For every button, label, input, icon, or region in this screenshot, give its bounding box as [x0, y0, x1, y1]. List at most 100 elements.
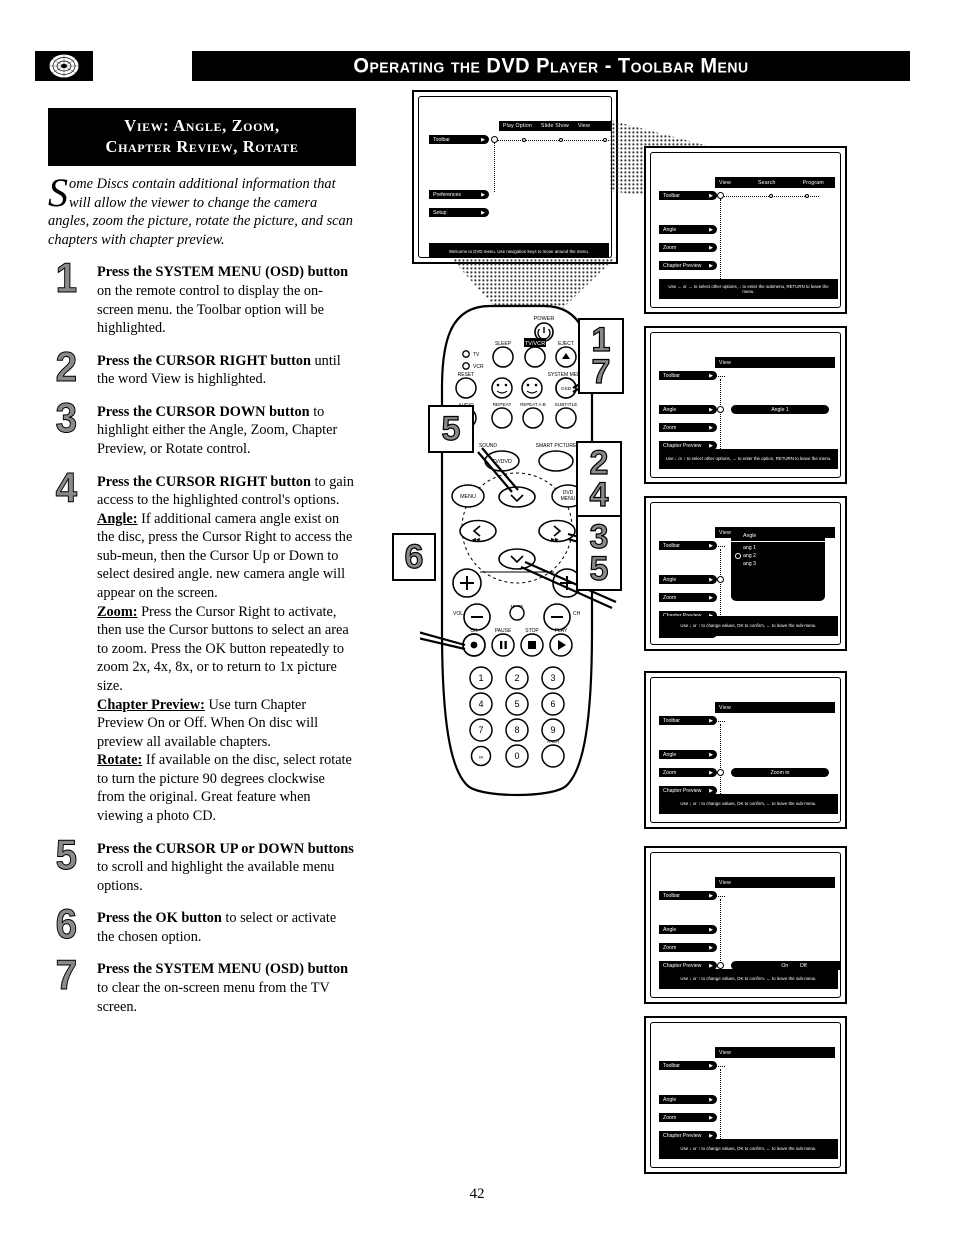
panel-view-list-tab-0[interactable]: View	[719, 180, 731, 186]
item-label: Toolbar	[663, 892, 681, 899]
panel-view-list-item-angle[interactable]: Angle ▶	[659, 225, 717, 234]
main-menu-tab-1[interactable]: Slide Show	[541, 123, 569, 129]
submenu-option-ang-2[interactable]: ang 2	[731, 552, 825, 560]
panel-angle-submenu-submenu: Angle ang 1 ang 2 ang 3	[731, 529, 825, 601]
step-2: 2 Press the CURSOR RIGHT button until the…	[48, 345, 356, 389]
step-5: 5 Press the CURSOR UP or DOWN buttons to …	[48, 833, 356, 896]
panel-zoom-value-tabbar: View	[715, 702, 835, 713]
dvd-disc-icon	[35, 51, 93, 81]
panel-view-list-item-zoom[interactable]: Zoom ▶	[659, 243, 717, 252]
panel-view-list-item-toolbar[interactable]: Toolbar ▶	[659, 191, 717, 200]
panel-view-list-item-chapter-preview[interactable]: Chapter Preview ▶	[659, 261, 717, 270]
section-title-line-1: View: Angle, Zoom,	[124, 116, 280, 135]
panel-zoom-value-item-angle[interactable]: Angle ▶	[659, 750, 717, 759]
submenu-option-ang-3[interactable]: ang 3	[731, 560, 825, 568]
main-menu-screen: Play Option Slide Show View Toolbar ▶ Pr…	[412, 90, 618, 264]
svg-text:VOL: VOL	[453, 611, 463, 617]
main-menu-active-node	[491, 136, 498, 143]
svg-text:1: 1	[478, 673, 483, 683]
chevron-right-icon: ▶	[709, 406, 713, 413]
panel-view-list-tab-2[interactable]: Program	[803, 180, 824, 186]
panel-chapter-preview-value-item-toolbar[interactable]: Toolbar ▶	[659, 891, 717, 900]
section-title-line-2: Chapter Review, Rotate	[105, 137, 299, 157]
svg-text:9: 9	[550, 725, 555, 735]
main-menu-tab-2[interactable]: View	[578, 123, 590, 129]
chevron-right-icon: ▶	[709, 944, 713, 951]
panel-zoom-value-tab-0[interactable]: View	[719, 705, 731, 711]
main-menu-item-preferences-label: Preferences	[433, 191, 461, 198]
panel-rotate-value-item-angle[interactable]: Angle ▶	[659, 1095, 717, 1104]
step-number-2: 2	[55, 342, 78, 390]
main-menu-item-setup[interactable]: Setup ▶	[429, 208, 489, 217]
page-number: 42	[469, 1186, 485, 1202]
panel-angle-value-active-node	[717, 406, 724, 413]
chevron-right-icon: ▶	[709, 442, 713, 449]
submenu-option-ang-1[interactable]: ang 1	[731, 544, 825, 552]
panel-rotate-value-item-toolbar[interactable]: Toolbar ▶	[659, 1061, 717, 1070]
panel-angle-value-item-toolbar[interactable]: Toolbar ▶	[659, 371, 717, 380]
callout-step-1-and-7: 1 7	[578, 318, 624, 394]
callout-num-1: 1	[591, 320, 611, 359]
remote-control-diagram: POWER SLEEP TV/VCR EJECT TV VCR RESET SY…	[392, 300, 635, 810]
panel-angle-value-value[interactable]: Angle 1	[731, 405, 829, 414]
panel-zoom-value-item-toolbar[interactable]: Toolbar ▶	[659, 716, 717, 725]
panel-chapter-preview-value-item-angle[interactable]: Angle ▶	[659, 925, 717, 934]
panel-rotate-value-tab-0[interactable]: View	[719, 1050, 731, 1056]
chevron-right-icon: ▶	[709, 962, 713, 969]
submenu-title: Angle	[731, 532, 825, 542]
svg-text:POWER: POWER	[534, 316, 555, 322]
svg-text:MENU: MENU	[561, 496, 576, 502]
panel-angle-submenu-tab-0[interactable]: View	[719, 530, 731, 536]
panel-zoom-value-item-zoom[interactable]: Zoom ▶	[659, 768, 717, 777]
step-body-1: Press the SYSTEM MENU (OSD) button on th…	[97, 263, 356, 337]
step-sub-angle: Angle: If additional camera angle exist …	[97, 510, 356, 603]
chevron-right-icon: ▶	[481, 191, 485, 198]
chevron-right-icon: ▶	[709, 769, 713, 776]
value-label: On Off	[781, 962, 807, 969]
item-label: Toolbar	[663, 542, 681, 549]
panel-zoom-value-value[interactable]: Zoom in	[731, 768, 829, 777]
panel-angle-submenu-item-zoom[interactable]: Zoom ▶	[659, 593, 717, 602]
step-6: 6 Press the OK button to select or activa…	[48, 902, 356, 946]
panel-chapter-preview-value-item-zoom[interactable]: Zoom ▶	[659, 943, 717, 952]
step-body-3: Press the CURSOR DOWN button to highligh…	[97, 403, 356, 459]
chevron-right-icon: ▶	[709, 1062, 713, 1069]
step-number-1: 1	[55, 254, 78, 302]
panel-rotate-value-item-zoom[interactable]: Zoom ▶	[659, 1113, 717, 1122]
item-label: Toolbar	[663, 372, 681, 379]
chevron-right-icon: ▶	[709, 1132, 713, 1139]
svg-text:0: 0	[514, 751, 519, 761]
main-menu-tab-0[interactable]: Play Option	[503, 123, 532, 129]
svg-text:▶▶: ▶▶	[551, 537, 559, 543]
callout-num-2: 2	[589, 443, 609, 482]
svg-text:RESET: RESET	[458, 372, 475, 378]
main-menu-rail-node-3	[603, 138, 607, 142]
callout-num-6: 6	[404, 537, 424, 576]
panel-angle-submenu-item-angle[interactable]: Angle ▶	[659, 575, 717, 584]
callout-num-5b: 5	[589, 550, 609, 588]
panel-angle-submenu-item-toolbar[interactable]: Toolbar ▶	[659, 541, 717, 550]
svg-text:3: 3	[550, 673, 555, 683]
step-number-5: 5	[55, 830, 78, 878]
main-menu-item-preferences[interactable]: Preferences ▶	[429, 190, 489, 199]
step-number-3: 3	[55, 393, 78, 441]
chevron-right-icon: ▶	[709, 192, 713, 199]
svg-text:A-CH: A-CH	[547, 739, 559, 745]
svg-text:SMART PICTURE: SMART PICTURE	[536, 443, 577, 449]
panel-view-list-tab-rail	[715, 196, 819, 197]
main-menu-item-toolbar[interactable]: Toolbar ▶	[429, 135, 489, 144]
callout-step-2-and-4: 2 4	[576, 441, 622, 517]
step-bold-1: Press the SYSTEM MENU (OSD) button	[97, 264, 349, 281]
panel-view-list-tab-1[interactable]: Search	[758, 180, 776, 186]
chevron-right-icon: ▶	[709, 594, 713, 601]
chevron-right-icon: ▶	[709, 717, 713, 724]
panel-chapter-preview-value-tab-0[interactable]: View	[719, 880, 731, 886]
svg-text:SLEEP: SLEEP	[495, 341, 512, 347]
chevron-right-icon: ▶	[709, 787, 713, 794]
panel-angle-value-tab-0[interactable]: View	[719, 360, 731, 366]
panel-view-list-tabbar: View Search Program	[715, 177, 835, 188]
panel-angle-value-item-angle[interactable]: Angle ▶	[659, 405, 717, 414]
panel-angle-value-item-zoom[interactable]: Zoom ▶	[659, 423, 717, 432]
chevron-right-icon: ▶	[709, 751, 713, 758]
main-menu-rail-node-2	[559, 138, 563, 142]
